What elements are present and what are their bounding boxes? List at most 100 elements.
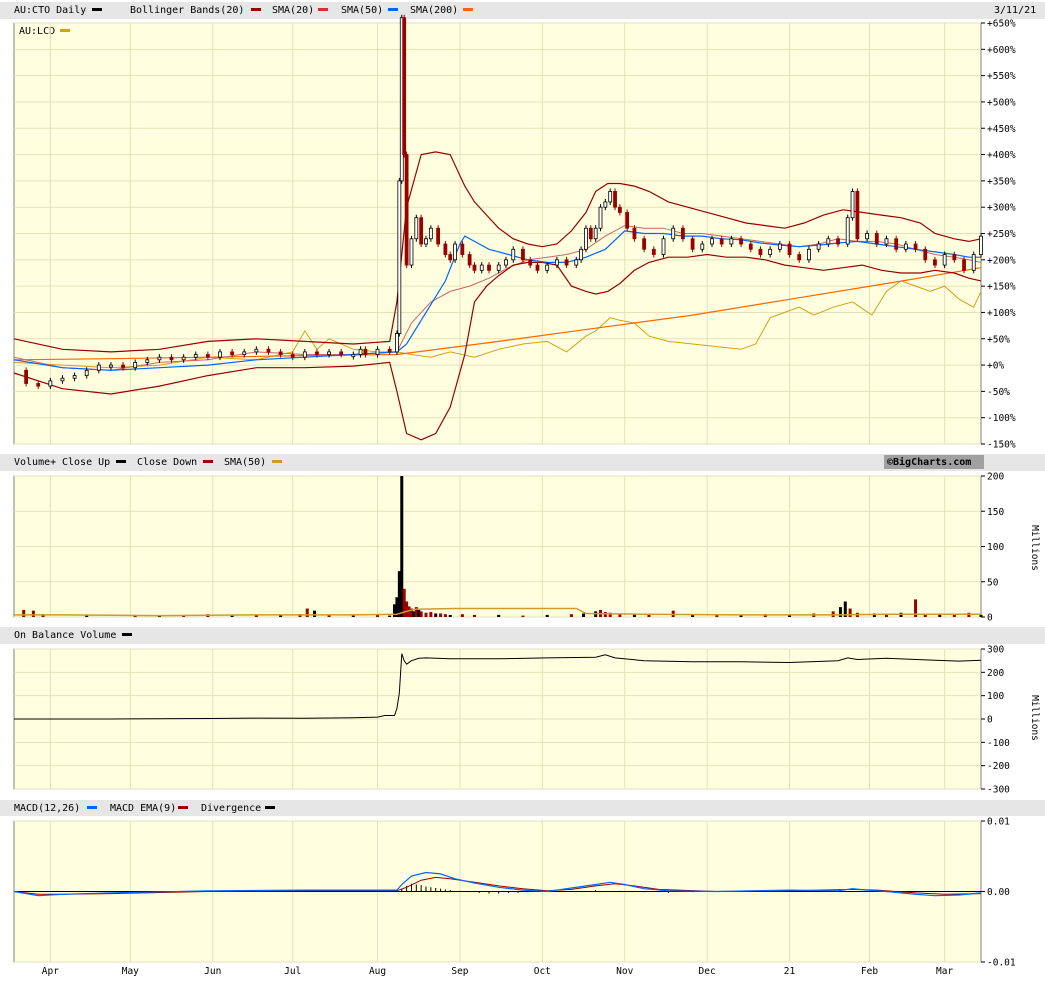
- x-tick-label-2: Jun: [204, 966, 221, 977]
- price-candle-44: [443, 243, 448, 255]
- price-candle-29: [358, 348, 363, 355]
- price-candle-22: [278, 351, 283, 355]
- obv-unit-label: Millions: [1029, 695, 1040, 741]
- legend-swatch-close-down: [203, 460, 213, 463]
- price-candle-10: [133, 362, 138, 369]
- y-tick-label-price-16: -150%: [987, 440, 1016, 451]
- price-candle-48: [467, 254, 472, 266]
- y-tick-label-price-0: +650%: [987, 19, 1016, 30]
- price-candle-106: [952, 254, 957, 261]
- price-candle-62: [579, 248, 584, 261]
- y-tick-label-obv-1: 200: [987, 668, 1004, 679]
- price-candle-65: [593, 227, 598, 240]
- volume-bar-0: [22, 609, 26, 617]
- volume-bar-1: [31, 610, 35, 617]
- volume-bar-40: [545, 614, 549, 617]
- volume-bar-70: [979, 614, 983, 617]
- price-candle-16: [205, 354, 210, 358]
- x-tick-label-6: Oct: [534, 966, 551, 977]
- price-candle-93: [836, 238, 840, 245]
- x-tick-label-11: Mar: [936, 966, 953, 977]
- obv-panel-header: On Balance Volume: [14, 630, 132, 641]
- y-tick-label-volume-0: 200: [987, 472, 1004, 483]
- x-tick-label-9: 21: [784, 966, 796, 977]
- volume-unit-label: Millions: [1029, 525, 1040, 571]
- price-candle-82: [729, 238, 734, 245]
- x-tick-label-5: Sep: [451, 966, 468, 977]
- price-candle-84: [748, 243, 753, 250]
- price-candle-45: [448, 254, 453, 261]
- y-tick-label-obv-3: 0: [987, 715, 993, 726]
- legend-swatch-macd-ema: [178, 806, 188, 809]
- price-candle-85: [758, 248, 763, 255]
- price-candle-97: [865, 233, 869, 240]
- x-tick-label-4: Aug: [369, 966, 386, 977]
- price-candle-73: [642, 238, 647, 250]
- macd-panel-header: MACD(12,26) MACD EMA(9) Divergence: [14, 803, 275, 814]
- price-candle-37: [404, 154, 409, 266]
- bigcharts-stock-chart: AU:CTO Daily Bollinger Bands(20) SMA(20)…: [0, 0, 1045, 981]
- x-tick-label-0: Apr: [42, 966, 59, 977]
- legend-swatch-macd: [87, 806, 97, 809]
- volume-bar-45: [603, 612, 607, 617]
- price-candle-36: [402, 17, 407, 155]
- price-candle-27: [339, 351, 344, 355]
- price-candle-42: [428, 227, 433, 240]
- legend-label-vol-sma: SMA(50): [224, 457, 266, 468]
- y-tick-label-price-7: +300%: [987, 203, 1016, 214]
- price-candle-1: [24, 369, 29, 384]
- y-tick-label-volume-2: 100: [987, 542, 1004, 553]
- price-candle-8: [109, 364, 113, 368]
- price-candle-53: [504, 259, 508, 266]
- price-candle-50: [479, 264, 484, 271]
- price-candle-58: [545, 264, 550, 271]
- y-tick-label-price-11: +100%: [987, 308, 1016, 319]
- price-candle-20: [254, 348, 259, 353]
- price-candle-59: [554, 259, 559, 266]
- volume-bar-12: [305, 608, 309, 617]
- price-candle-75: [661, 238, 666, 255]
- legend-label-price-daily: AU:CTO Daily: [14, 5, 86, 16]
- price-candle-66: [598, 206, 603, 229]
- volume-bar-13: [313, 610, 317, 617]
- y-tick-label-obv-0: 300: [987, 645, 1004, 656]
- y-tick-label-price-1: +600%: [987, 45, 1016, 56]
- y-tick-label-obv-4: -100: [987, 738, 1010, 749]
- price-candle-13: [169, 356, 174, 361]
- y-tick-label-macd-0: 0.01: [987, 817, 1010, 828]
- legend-swatch-vol-sma: [272, 460, 282, 463]
- price-candle-102: [913, 243, 918, 250]
- y-tick-label-price-13: +0%: [987, 361, 1004, 372]
- volume-bar-41: [569, 614, 573, 617]
- price-candle-68: [608, 190, 613, 203]
- x-tick-label-3: Jul: [284, 966, 301, 977]
- price-candle-104: [933, 259, 937, 266]
- price-candle-105: [942, 254, 947, 266]
- price-candle-71: [625, 212, 630, 229]
- price-candle-100: [894, 238, 899, 250]
- price-candle-15: [193, 354, 198, 358]
- legend-label-close-up: Close Up: [62, 457, 110, 468]
- x-tick-label-10: Feb: [861, 966, 878, 977]
- legend-label-divergence: Divergence: [201, 803, 261, 814]
- price-candle-76: [671, 227, 676, 240]
- y-tick-label-price-14: -50%: [987, 387, 1010, 398]
- y-tick-label-price-10: +150%: [987, 282, 1016, 293]
- price-candle-60: [564, 259, 569, 266]
- price-candle-90: [807, 248, 811, 261]
- y-tick-label-obv-2: 100: [987, 691, 1004, 702]
- price-candle-63: [584, 227, 588, 250]
- price-candle-30: [363, 348, 368, 355]
- y-tick-label-price-5: +400%: [987, 150, 1016, 161]
- legend-label-close-down: Close Down: [137, 457, 197, 468]
- y-tick-label-macd-1: 0.00: [987, 887, 1010, 898]
- price-candle-81: [719, 238, 724, 245]
- price-candle-21: [266, 348, 271, 353]
- price-candle-2: [36, 383, 41, 387]
- volume-bar-17: [388, 615, 392, 617]
- price-candle-9: [121, 364, 125, 369]
- price-candle-51: [487, 264, 491, 271]
- volume-bar-49: [647, 614, 651, 617]
- chart-date-label: 3/11/21: [994, 5, 1036, 16]
- x-tick-label-1: May: [122, 966, 139, 977]
